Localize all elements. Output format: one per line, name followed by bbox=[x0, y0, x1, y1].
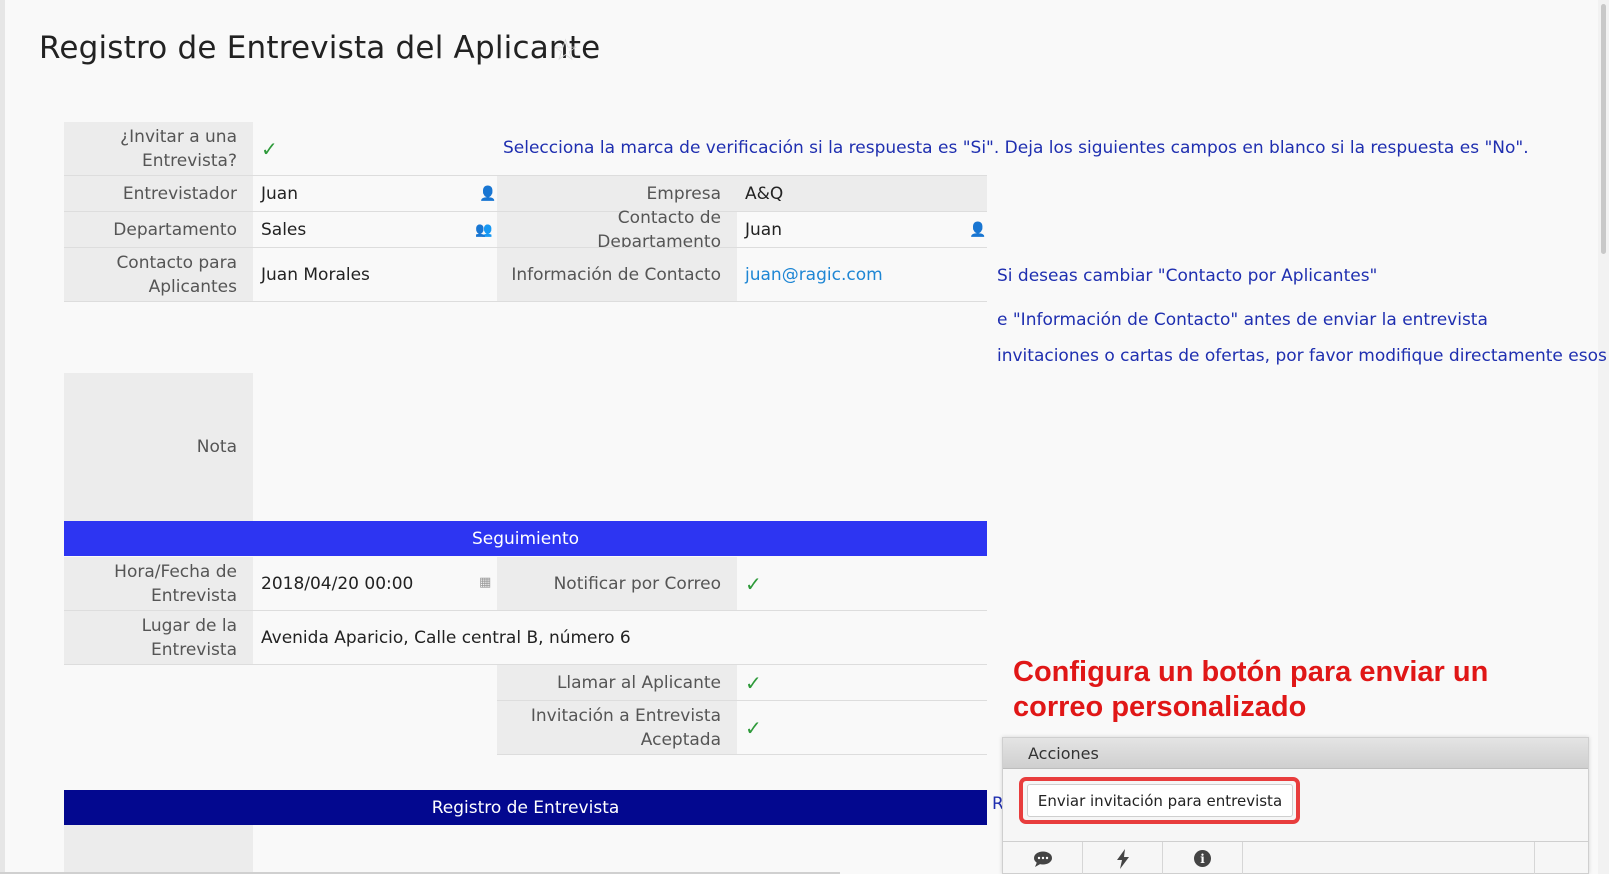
page-left-edge bbox=[0, 0, 5, 874]
lightning-icon-glyph bbox=[1116, 848, 1129, 869]
user-icon[interactable]: 👤 bbox=[479, 186, 496, 202]
datetime-field[interactable]: 2018/04/20 00:00 bbox=[253, 557, 497, 610]
comment-icon-glyph bbox=[1033, 851, 1052, 867]
applicant-contact-value: Juan Morales bbox=[261, 264, 370, 285]
calendar-icon[interactable]: ▦ bbox=[479, 575, 491, 590]
dept-contact-value: Juan bbox=[745, 219, 782, 240]
interviewer-label: Entrevistador bbox=[64, 176, 253, 211]
company-field[interactable]: A&Q bbox=[737, 176, 987, 211]
user-icon[interactable]: 👤 bbox=[969, 222, 986, 238]
record-label-cell bbox=[64, 825, 253, 874]
company-value: A&Q bbox=[745, 183, 784, 204]
contact-hint-line-3: invitaciones o cartas de ofertas, por fa… bbox=[997, 346, 1609, 366]
datetime-label: Hora/Fecha de Entrevista bbox=[64, 557, 253, 610]
section-header-registro: Registro de Entrevista bbox=[64, 790, 987, 825]
section-header-seguimiento: Seguimiento bbox=[64, 521, 987, 556]
lightning-icon[interactable] bbox=[1083, 842, 1163, 874]
department-value: Sales bbox=[261, 219, 307, 240]
contact-hint-line-2: e "Información de Contacto" antes de env… bbox=[997, 310, 1488, 330]
invite-checkbox[interactable]: ✓ bbox=[253, 122, 497, 175]
call-checkbox[interactable]: ✓ bbox=[737, 665, 987, 700]
contact-email-link[interactable]: juan@ragic.com bbox=[745, 265, 883, 285]
interviewer-field[interactable]: Juan bbox=[253, 176, 497, 211]
notify-label: Notificar por Correo bbox=[497, 557, 737, 610]
accepted-checkbox[interactable]: ✓ bbox=[737, 701, 987, 754]
row-divider bbox=[497, 754, 987, 755]
group-icon[interactable]: 👥 bbox=[475, 222, 492, 238]
comment-icon[interactable] bbox=[1003, 842, 1083, 874]
dept-contact-label: Contacto de Departamento bbox=[497, 208, 737, 252]
info-icon-glyph: i bbox=[1194, 850, 1211, 867]
actions-header: Acciones bbox=[1003, 738, 1588, 769]
actions-panel: Acciones Enviar invitación para entrevis… bbox=[1002, 737, 1589, 874]
annotation-text: Configura un botón para enviar un correo… bbox=[1013, 655, 1488, 725]
actions-toolbar: i bbox=[1003, 841, 1588, 874]
datetime-value: 2018/04/20 00:00 bbox=[261, 573, 414, 594]
department-field[interactable]: Sales bbox=[253, 212, 497, 247]
invite-hint: Selecciona la marca de verificación si l… bbox=[503, 138, 1529, 158]
contact-info-field[interactable]: juan@ragic.com bbox=[737, 248, 987, 301]
applicant-contact-label: Contacto para Aplicantes bbox=[64, 248, 253, 301]
notify-checkbox[interactable]: ✓ bbox=[737, 557, 987, 610]
contact-hint-line-1: Si deseas cambiar "Contacto por Aplicant… bbox=[997, 266, 1378, 286]
page-title: Registro de Entrevista del Aplicante bbox=[39, 30, 601, 66]
applicant-contact-field[interactable]: Juan Morales bbox=[253, 248, 497, 301]
note-label: Nota bbox=[64, 373, 253, 521]
note-field[interactable] bbox=[253, 373, 987, 521]
send-invitation-button[interactable]: Enviar invitación para entrevista bbox=[1027, 784, 1293, 817]
annotation-line-1: Configura un botón para enviar un bbox=[1013, 656, 1489, 688]
place-label: Lugar de la Entrevista bbox=[64, 611, 253, 664]
row-divider bbox=[64, 301, 987, 302]
contact-info-label: Información de Contacto bbox=[497, 248, 737, 301]
favorite-star-icon[interactable]: ☆ bbox=[552, 36, 579, 66]
dept-contact-field[interactable]: Juan bbox=[737, 212, 987, 247]
call-label: Llamar al Aplicante bbox=[497, 665, 737, 700]
check-icon: ✓ bbox=[745, 571, 762, 596]
department-label: Departamento bbox=[64, 212, 253, 247]
accepted-label: Invitación a Entrevista Aceptada bbox=[497, 701, 737, 754]
check-icon: ✓ bbox=[745, 670, 762, 695]
invite-label: ¿Invitar a una Entrevista? bbox=[64, 122, 253, 175]
info-icon[interactable]: i bbox=[1163, 842, 1243, 874]
annotation-line-2: correo personalizado bbox=[1013, 691, 1307, 723]
check-icon: ✓ bbox=[261, 136, 278, 161]
toolbar-empty-space bbox=[1243, 842, 1535, 874]
place-field[interactable]: Avenida Aparicio, Calle central B, númer… bbox=[253, 611, 987, 664]
check-icon: ✓ bbox=[745, 715, 762, 740]
place-value: Avenida Aparicio, Calle central B, númer… bbox=[261, 627, 631, 648]
interviewer-value: Juan bbox=[261, 183, 298, 204]
scrollbar-thumb[interactable] bbox=[1601, 4, 1606, 254]
